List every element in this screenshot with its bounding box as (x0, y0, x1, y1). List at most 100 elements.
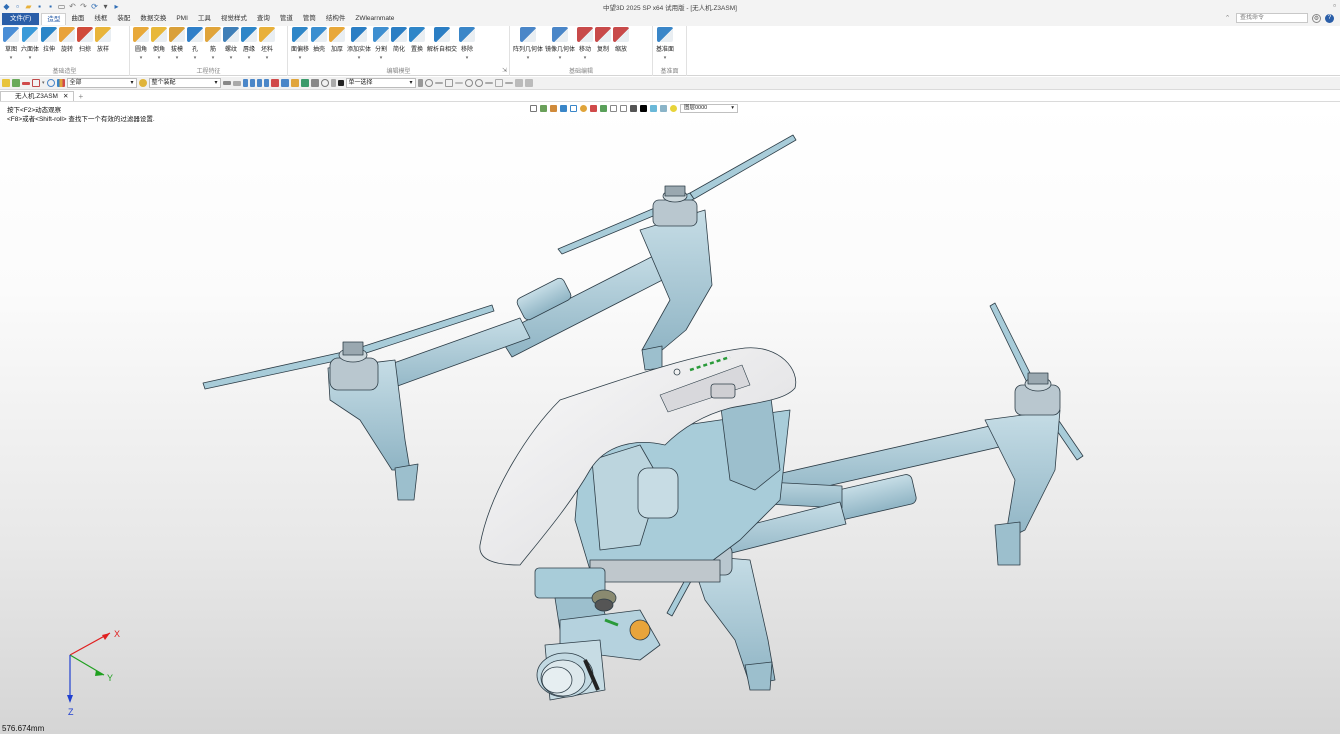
close-icon[interactable]: ✕ (63, 92, 68, 101)
measure-view-icon[interactable] (620, 104, 627, 112)
chevron-down-icon[interactable]: ▾ (176, 55, 179, 61)
view-orient-icon[interactable] (530, 104, 537, 112)
chevron-down-icon[interactable]: ▾ (584, 55, 587, 61)
help-icon[interactable]: ? (1325, 13, 1334, 23)
ribbon-button[interactable]: 放样 (95, 27, 112, 61)
chevron-down-icon[interactable]: ▾ (140, 55, 143, 61)
box-select-icon[interactable] (32, 79, 40, 87)
tag-icon[interactable] (270, 79, 279, 87)
menu-tab[interactable]: 管筒 (298, 13, 321, 25)
chevron-down-icon[interactable]: ▾ (248, 55, 251, 61)
ribbon-button[interactable]: 唇缘 ▾ (241, 27, 257, 61)
chevron-down-icon[interactable]: ▾ (194, 55, 197, 61)
part-icon[interactable] (290, 79, 299, 87)
ribbon-button[interactable]: 扫掠 (77, 27, 94, 61)
history-icon[interactable] (320, 79, 329, 87)
motor-right[interactable] (1014, 372, 1061, 416)
window-control-icon[interactable]: ▫ (1333, 1, 1336, 10)
stop-icon[interactable] (337, 80, 344, 86)
print-icon[interactable]: ▭ (57, 2, 66, 11)
arrow-up-icon[interactable] (256, 79, 262, 87)
menu-tab[interactable]: 视觉样式 (216, 13, 252, 25)
refresh-icon[interactable]: ⟳ (90, 2, 99, 11)
assembly-scope-select[interactable]: 整个装配 ▾ (148, 78, 221, 88)
ribbon-button[interactable]: 镜像几何体 ▾ (545, 27, 575, 61)
chevron-down-icon[interactable]: ▾ (10, 55, 13, 61)
ribbon-button[interactable]: 基准面 ▾ (656, 27, 674, 61)
render-icon[interactable] (550, 104, 557, 112)
ribbon-button[interactable]: 拉伸 (41, 27, 58, 61)
document-tab[interactable]: 无人机.Z3ASM ✕ (0, 91, 75, 101)
group-launcher-icon[interactable]: ⇲ (502, 67, 507, 74)
zoom-icon[interactable] (610, 104, 617, 112)
menu-tab[interactable]: 装配 (112, 13, 135, 25)
filter-chart-icon[interactable] (56, 79, 65, 87)
undo-icon[interactable]: ↶ (68, 2, 77, 11)
gimbal-camera[interactable] (534, 567, 661, 701)
menu-tab[interactable]: 曲面 (66, 13, 89, 25)
chevron-down-icon[interactable]: ▾ (266, 55, 269, 61)
ribbon-button[interactable]: 坯料 ▾ (259, 27, 275, 61)
layer-icon[interactable] (630, 104, 637, 112)
chevron-down-icon[interactable]: ▾ (358, 55, 361, 61)
ribbon-button[interactable]: 复制 (595, 27, 612, 61)
chevron-down-icon[interactable]: ▾ (230, 55, 233, 61)
ribbon-button[interactable]: 分割 ▾ (373, 27, 390, 61)
list-icon[interactable] (232, 80, 241, 86)
ribbon-button[interactable]: 孔 ▾ (187, 27, 203, 61)
chevron-down-icon[interactable]: ▾ (466, 55, 469, 61)
tangent-snap-icon[interactable] (494, 79, 503, 87)
face-snap-icon[interactable] (514, 79, 523, 87)
ribbon-button[interactable]: 拔模 ▾ (169, 27, 185, 61)
chevron-down-icon[interactable]: ▾ (380, 55, 383, 61)
new-file-icon[interactable]: ▫ (13, 2, 22, 11)
save-all-icon[interactable]: ▪ (46, 2, 55, 11)
new-tab-icon[interactable]: + (74, 92, 87, 101)
ribbon-button[interactable]: 螺纹 ▾ (223, 27, 239, 61)
menu-tab[interactable]: 数据交换 (135, 13, 171, 25)
menu-tab[interactable]: 工具 (193, 13, 216, 25)
point-snap-icon[interactable] (424, 79, 433, 87)
layer-select[interactable]: 图层0000 ▾ (680, 103, 738, 113)
save-icon[interactable]: ▪ (35, 2, 44, 11)
app-logo-icon[interactable]: ◆ (2, 2, 11, 11)
play-icon[interactable]: ▸ (112, 2, 121, 11)
dropdown-icon[interactable]: ▾ (101, 2, 110, 11)
ribbon-toggle-icon[interactable]: ⌃ (1223, 14, 1232, 23)
cube-icon[interactable] (660, 104, 667, 112)
cursor-icon[interactable] (417, 79, 423, 87)
chevron-down-icon[interactable]: ▾ (664, 55, 667, 61)
lightbulb-icon[interactable] (670, 104, 677, 112)
ribbon-button[interactable]: 抽壳 (311, 27, 328, 61)
file-menu-button[interactable]: 文件(F) (2, 13, 40, 25)
align-icon[interactable] (222, 81, 231, 85)
measure-icon[interactable] (310, 79, 319, 87)
link-icon[interactable] (330, 79, 336, 87)
menu-tab[interactable]: 查询 (252, 13, 275, 25)
background-black-icon[interactable] (640, 104, 647, 112)
open-file-icon[interactable]: ▰ (24, 2, 33, 11)
menu-tab[interactable]: 管道 (275, 13, 298, 25)
ribbon-button[interactable]: 阵列几何体 ▾ (513, 27, 543, 61)
drone-assembly-model[interactable] (0, 102, 1340, 734)
ribbon-button[interactable]: 筋 ▾ (205, 27, 221, 61)
curve-snap-icon[interactable] (444, 79, 453, 87)
wireframe-icon[interactable] (570, 104, 577, 112)
background-gradient-icon[interactable] (650, 104, 657, 112)
arrow-right-icon[interactable] (242, 79, 248, 87)
ribbon-button[interactable]: 加厚 (329, 27, 346, 61)
select-mode-icon[interactable] (12, 79, 20, 87)
ribbon-button[interactable]: 移动 ▾ (577, 27, 594, 61)
circle-snap-icon[interactable] (464, 79, 473, 87)
perp-snap-icon[interactable] (504, 82, 513, 84)
chevron-down-icon[interactable]: ▾ (299, 55, 302, 61)
center-snap-icon[interactable] (474, 79, 483, 87)
edge-snap-icon[interactable] (454, 82, 463, 84)
menu-tab[interactable]: 结构件 (321, 13, 351, 25)
ribbon-button[interactable]: 面偏移 ▾ (291, 27, 309, 61)
clear-selection-icon[interactable] (22, 81, 30, 85)
ribbon-button[interactable]: 草图 ▾ (3, 27, 19, 61)
line-snap-icon[interactable] (434, 82, 443, 84)
filter-select[interactable]: 全部 ▾ (66, 78, 137, 88)
menu-tab[interactable]: PMI (171, 13, 193, 25)
